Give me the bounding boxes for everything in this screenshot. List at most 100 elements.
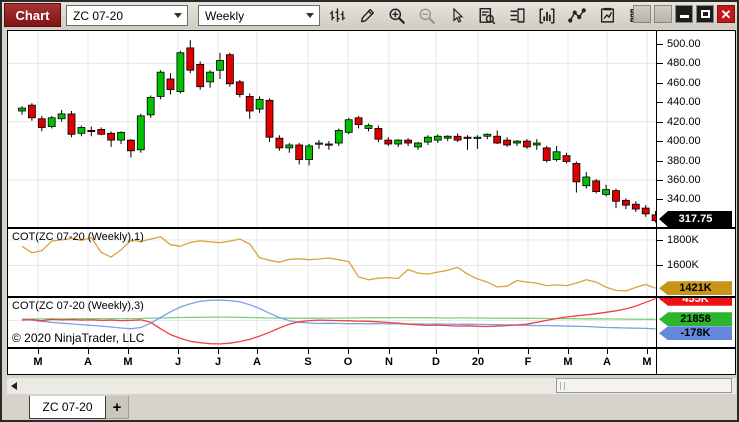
draw-button[interactable] [356, 5, 378, 26]
axis-corner [656, 349, 735, 374]
cot1-label: COT(ZC 07-20 (Weekly),1) [12, 231, 144, 243]
cot3-green-badge: 21858 [659, 312, 732, 326]
cot1-axis[interactable]: 1421K 1800K1600K [656, 229, 735, 296]
chevron-down-icon[interactable] [301, 13, 319, 18]
axis-tick-label: 500.00 [667, 38, 701, 50]
axis-tick-label: 360.00 [667, 174, 701, 186]
time-axis-tick [389, 349, 390, 354]
time-axis-tick [568, 349, 569, 354]
chart-properties-icon [599, 7, 616, 24]
cot3-panel[interactable]: COT(ZC 07-20 (Weekly),3) © 2020 NinjaTra… [8, 298, 656, 347]
properties-button[interactable] [596, 5, 618, 26]
time-axis-label: J [175, 356, 181, 368]
zoom-in-icon [388, 7, 406, 25]
time-axis-tick [607, 349, 608, 354]
price-panel[interactable] [8, 31, 656, 227]
time-axis-label: M [33, 356, 42, 368]
line-tool-button[interactable] [566, 5, 588, 26]
time-axis-label: F [525, 356, 532, 368]
axis-tick [657, 44, 663, 45]
axis-tick-label: 460.00 [667, 77, 701, 89]
scrollbar-thumb[interactable] [556, 378, 732, 393]
axis-tick-label: 440.00 [667, 96, 701, 108]
zoom-out-icon [418, 7, 436, 25]
axis-tick-label: 340.00 [667, 193, 701, 205]
last-price-badge: 317.75 [659, 211, 732, 227]
time-axis[interactable]: MAMJJASOND20FMAM [8, 349, 656, 374]
cursor-icon [449, 8, 465, 24]
bars-type-button[interactable] [326, 5, 348, 26]
time-axis-label: O [344, 356, 353, 368]
pencil-icon [359, 7, 376, 24]
zigzag-line-icon [568, 7, 586, 25]
cot3-axis[interactable]: 455K 21858 -178K [656, 298, 735, 347]
blank-button-1[interactable] [633, 5, 651, 23]
time-axis-label: A [84, 356, 92, 368]
bars-icon [329, 7, 346, 24]
arrow-left-icon [11, 382, 17, 390]
tab-bar: ZC 07-20 + [7, 396, 129, 420]
cot1-value-badge: 1421K [659, 281, 732, 295]
axis-tick-label: 480.00 [667, 57, 701, 69]
time-axis-tick [38, 349, 39, 354]
grip-icon [560, 382, 565, 390]
copyright-text: © 2020 NinjaTrader, LLC [12, 331, 144, 345]
axis-tick [657, 83, 663, 84]
maximize-button[interactable] [696, 5, 714, 23]
indicator-bars-icon [538, 7, 556, 25]
time-axis-label: J [215, 356, 221, 368]
time-axis-tick [528, 349, 529, 354]
zoom-in-button[interactable] [386, 5, 408, 26]
add-tab-button[interactable]: + [106, 396, 129, 419]
close-icon: ✕ [721, 8, 732, 21]
zoom-out-button[interactable] [416, 5, 438, 26]
time-axis-tick [178, 349, 179, 354]
scroll-left-button[interactable] [7, 378, 21, 394]
tab-zc-07-20[interactable]: ZC 07-20 [29, 396, 106, 419]
time-axis-tick [478, 349, 479, 354]
time-axis-tick [436, 349, 437, 354]
axis-tick-label: 420.00 [667, 116, 701, 128]
minimize-icon [680, 15, 689, 18]
window-buttons: ✕ [633, 5, 735, 23]
time-axis-label: A [603, 356, 611, 368]
title-bar: Chart ZC 07-20 Weekly [2, 2, 737, 29]
chart-frame: 317.75 500.00480.00460.00440.00420.00400… [7, 30, 736, 375]
maximize-icon [701, 10, 710, 18]
toolbar [326, 4, 648, 27]
chevron-down-icon[interactable] [169, 13, 187, 18]
cot3-blue-badge: -178K [659, 326, 732, 340]
instrument-select[interactable]: ZC 07-20 [66, 5, 188, 26]
cot1-panel[interactable]: COT(ZC 07-20 (Weekly),1) [8, 229, 656, 296]
data-box-button[interactable] [476, 5, 498, 26]
blank-button-2[interactable] [654, 5, 672, 23]
time-axis-tick [128, 349, 129, 354]
close-button[interactable]: ✕ [717, 5, 735, 23]
horizontal-scrollbar[interactable] [7, 378, 736, 394]
axis-tick [657, 265, 663, 266]
window-split-button[interactable] [506, 5, 528, 26]
axis-tick [657, 102, 663, 103]
period-value: Weekly [199, 9, 301, 23]
axis-tick-label: 1600K [667, 259, 699, 271]
axis-tick [657, 63, 663, 64]
time-axis-tick [257, 349, 258, 354]
cot3-red-badge: 455K [659, 298, 732, 306]
minimize-button[interactable] [675, 5, 693, 23]
axis-tick [657, 180, 663, 181]
scrollbar-track[interactable] [21, 378, 722, 394]
time-axis-label: 20 [472, 356, 484, 368]
cursor-button[interactable] [446, 5, 468, 26]
price-axis[interactable]: 317.75 500.00480.00460.00440.00420.00400… [656, 31, 735, 227]
instrument-value: ZC 07-20 [67, 9, 169, 23]
data-box-icon [478, 7, 496, 25]
candlestick-chart[interactable] [8, 31, 656, 227]
axis-tick [657, 141, 663, 142]
indicators-button[interactable] [536, 5, 558, 26]
time-axis-tick [647, 349, 648, 354]
time-axis-tick [348, 349, 349, 354]
period-select[interactable]: Weekly [198, 5, 320, 26]
cot3-label: COT(ZC 07-20 (Weekly),3) [12, 300, 144, 312]
axis-tick [657, 199, 663, 200]
time-axis-label: N [385, 356, 393, 368]
